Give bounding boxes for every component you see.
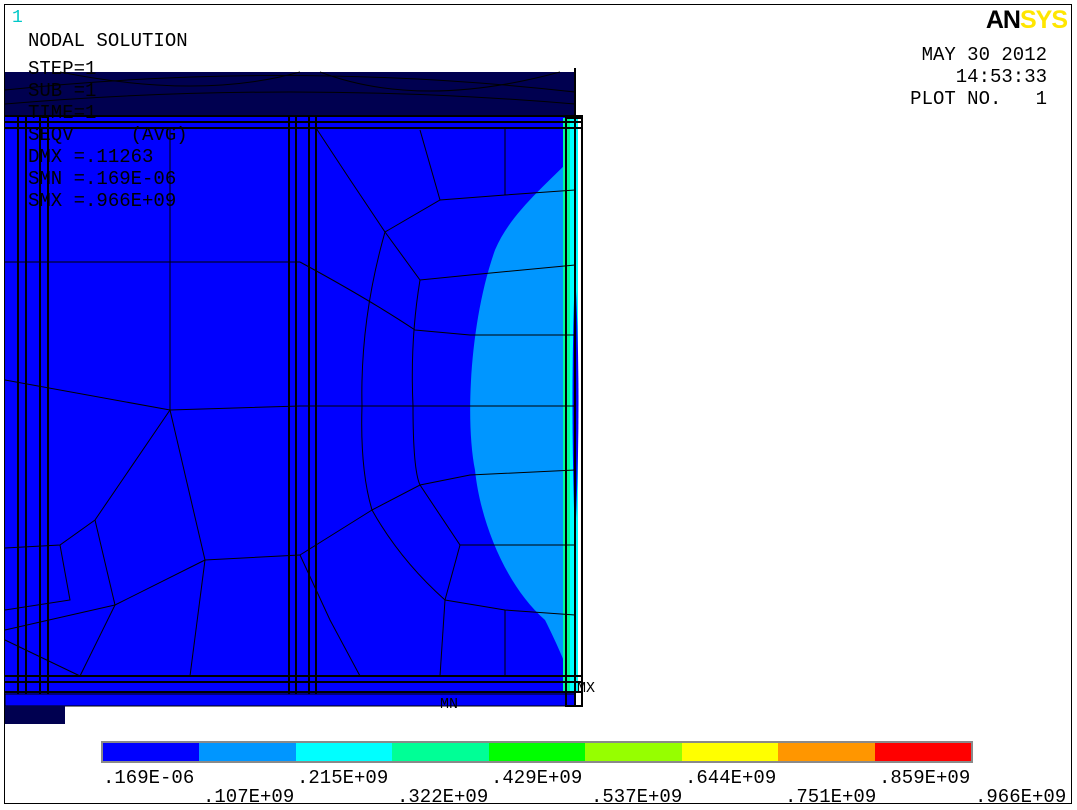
legend-label-4: .322E+09: [397, 786, 489, 808]
contour-legend-bar: [101, 741, 973, 763]
dmx-value: DMX =.11263: [28, 146, 154, 168]
legend-label-3: .215E+09: [297, 767, 389, 789]
legend-label-5: .429E+09: [491, 767, 583, 789]
legend-swatch-8: [778, 743, 875, 761]
legend-swatch-9: [874, 743, 971, 761]
legend-label-2: .107E+09: [203, 786, 295, 808]
step-label: STEP=1: [28, 58, 97, 80]
legend-swatch-5: [488, 743, 586, 761]
legend-label-1: .169E-06: [103, 767, 195, 789]
smn-value: SMN =.169E-06: [28, 168, 177, 190]
legend-swatch-1: [103, 743, 200, 761]
legend-label-10: .966E+09: [975, 786, 1067, 808]
smx-value: SMX =.966E+09: [28, 190, 177, 212]
legend-swatch-6: [585, 743, 682, 761]
min-marker-label: MN: [440, 696, 458, 713]
legend-swatch-7: [681, 743, 779, 761]
substep-label: SUB =1: [28, 80, 97, 102]
legend-label-9: .859E+09: [879, 767, 971, 789]
legend-label-8: .751E+09: [785, 786, 877, 808]
model-bottom-corner: [5, 706, 65, 724]
legend-label-6: .537E+09: [591, 786, 683, 808]
result-type-label: SEQV (AVG): [28, 124, 188, 146]
max-marker-label: MX: [577, 680, 595, 697]
legend-label-7: .644E+09: [685, 767, 777, 789]
legend-swatch-2: [199, 743, 296, 761]
legend-swatch-4: [392, 743, 489, 761]
solution-title: NODAL SOLUTION: [28, 30, 188, 52]
contour-plot-model[interactable]: MX MN: [0, 0, 1077, 810]
time-label: TIME=1: [28, 102, 97, 124]
model-bottom-strip: [4, 693, 576, 707]
legend-swatch-3: [295, 743, 393, 761]
